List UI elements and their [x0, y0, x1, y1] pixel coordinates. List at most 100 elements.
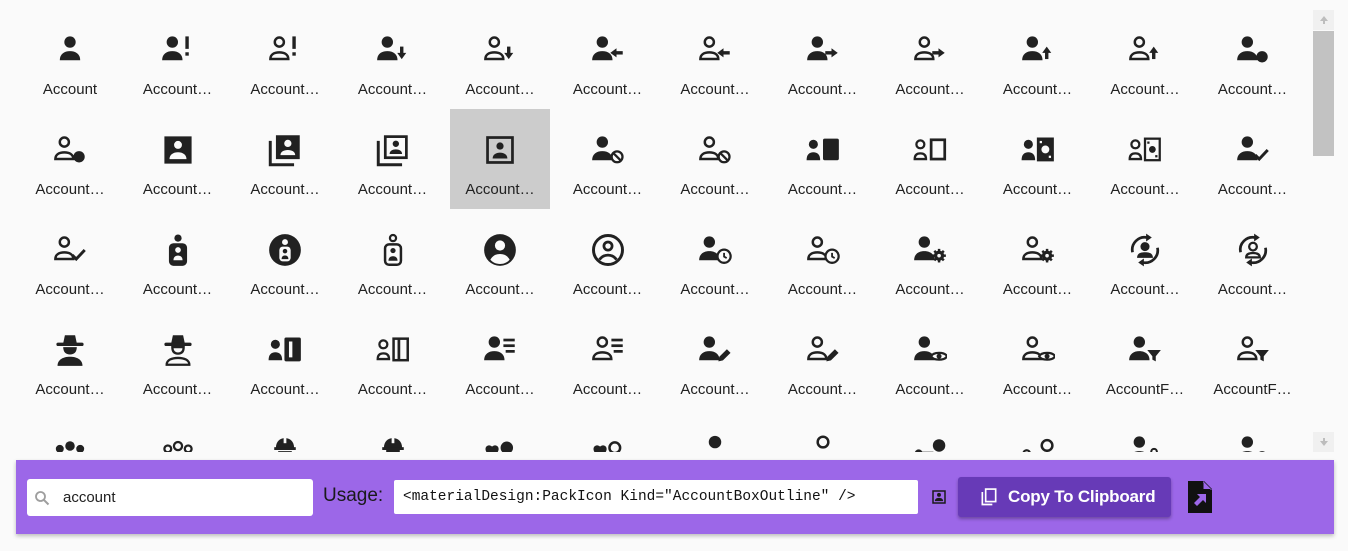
- icon-tile[interactable]: [665, 409, 765, 452]
- scroll-down-button[interactable]: [1313, 432, 1334, 452]
- icon-tile[interactable]: [235, 409, 335, 452]
- icon-tile[interactable]: Account…: [880, 209, 980, 309]
- account-convert-solid-icon: [1130, 233, 1160, 267]
- account-person-dot-solid-icon: [1236, 36, 1268, 63]
- icon-tile[interactable]: Account…: [1203, 109, 1303, 209]
- icon-tile-label: Account…: [1002, 381, 1073, 398]
- icon-tile[interactable]: [20, 409, 120, 452]
- icon-tile[interactable]: Account…: [128, 309, 228, 409]
- icon-tile[interactable]: Account…: [988, 9, 1088, 109]
- account-box-outline-icon: [486, 136, 514, 164]
- icon-tile-label: Account…: [680, 281, 750, 298]
- icon-tile[interactable]: Account…: [773, 309, 873, 409]
- icon-tile[interactable]: [1203, 409, 1303, 452]
- icon-tile[interactable]: Account…: [450, 9, 550, 109]
- icon-tile[interactable]: [343, 409, 443, 452]
- account-person-cog-solid-icon: [914, 236, 946, 263]
- icon-tile[interactable]: Account…: [450, 309, 550, 409]
- icon-tile[interactable]: Account…: [880, 109, 980, 209]
- icon-tile[interactable]: Account…: [1095, 209, 1195, 309]
- icon-tile[interactable]: Account: [20, 9, 120, 109]
- icon-tile[interactable]: Account…: [988, 309, 1088, 409]
- icon-tile[interactable]: Account…: [880, 9, 980, 109]
- icon-tile-label: Account…: [680, 381, 750, 398]
- usage-code-field[interactable]: <materialDesign:PackIcon Kind="AccountBo…: [394, 480, 918, 514]
- icon-tile[interactable]: Account…: [343, 109, 443, 209]
- icon-tile[interactable]: AccountF…: [1203, 309, 1303, 409]
- account-person-lines-outline-icon: [591, 336, 623, 361]
- icon-tile[interactable]: Account…: [880, 309, 980, 409]
- scroll-up-button[interactable]: [1313, 10, 1334, 30]
- icon-tile[interactable]: [450, 409, 550, 452]
- icon-tile[interactable]: Account…: [1095, 109, 1195, 209]
- icon-tile[interactable]: [128, 409, 228, 452]
- icon-tile[interactable]: Account…: [773, 209, 873, 309]
- icon-tile[interactable]: Account…: [988, 209, 1088, 309]
- account-person-dot-outline-icon: [54, 136, 85, 163]
- file-export-icon[interactable]: [1185, 480, 1215, 514]
- icon-tile-label: Account…: [895, 381, 965, 398]
- icon-tile[interactable]: Account…: [558, 209, 658, 309]
- icon-tile[interactable]: Account…: [128, 9, 228, 109]
- icon-tile[interactable]: [880, 409, 980, 452]
- icon-tile-label: Account…: [1002, 281, 1073, 298]
- account-person-check-outline-icon: [54, 236, 86, 262]
- scroll-thumb[interactable]: [1313, 31, 1334, 156]
- icon-tile[interactable]: [1095, 409, 1195, 452]
- magnify-icon: [35, 491, 50, 506]
- icon-grid: Account Account… Account… Account… Account… A…: [20, 9, 1310, 452]
- icon-tile[interactable]: [988, 409, 1088, 452]
- icon-tile[interactable]: Account…: [665, 109, 765, 209]
- account-box-multiple-outline-icon: [376, 135, 408, 167]
- icon-tile[interactable]: Account…: [235, 309, 335, 409]
- account-person-lock-solid-icon: [1133, 436, 1158, 452]
- account-circle-solid-icon: [484, 234, 516, 266]
- icon-tile[interactable]: Account…: [558, 9, 658, 109]
- icon-tile[interactable]: Account…: [343, 209, 443, 309]
- account-person-exclaim-outline-icon: [269, 36, 296, 61]
- icon-tile-label: Account…: [142, 181, 213, 198]
- account-person-filter-solid-icon: [1129, 336, 1161, 362]
- icon-tile[interactable]: Account…: [20, 209, 120, 309]
- icon-tile[interactable]: Account…: [665, 209, 765, 309]
- icon-tile[interactable]: [558, 409, 658, 452]
- icon-tile[interactable]: Account…: [343, 9, 443, 109]
- icon-tile-label: Account…: [250, 381, 320, 398]
- vertical-scrollbar[interactable]: [1313, 10, 1334, 452]
- account-person-clock-solid-icon: [699, 236, 732, 264]
- account-person-solid-icon: [59, 36, 81, 61]
- icon-tile[interactable]: Account…: [558, 309, 658, 409]
- icon-tile[interactable]: Account…: [128, 209, 228, 309]
- icon-tile[interactable]: Account…: [773, 9, 873, 109]
- account-person-arrow-left-outline-icon: [699, 36, 730, 61]
- bottom-toolbar: Usage: <materialDesign:PackIcon Kind="Ac…: [16, 460, 1334, 534]
- icon-tile[interactable]: Account…: [665, 309, 765, 409]
- icon-tile[interactable]: Account…: [450, 209, 550, 309]
- search-input[interactable]: [63, 479, 303, 516]
- icon-tile[interactable]: Account…: [235, 9, 335, 109]
- icon-tile[interactable]: Account…: [988, 109, 1088, 209]
- icon-tile[interactable]: Account…: [343, 309, 443, 409]
- icon-tile[interactable]: [773, 409, 873, 452]
- account-details-outline-icon: [376, 337, 409, 362]
- icon-tile[interactable]: Account…: [773, 109, 873, 209]
- icon-tile[interactable]: Account…: [665, 9, 765, 109]
- icon-tile[interactable]: Account…: [20, 109, 120, 209]
- icon-grid-viewport: Account Account… Account… Account… Account… A…: [0, 0, 1310, 452]
- icon-tile-label: Account…: [1002, 81, 1073, 98]
- content-copy-icon: [981, 488, 997, 506]
- account-person-arrow-up-solid-icon: [1021, 36, 1051, 61]
- icon-tile[interactable]: Account…: [450, 109, 550, 209]
- icon-tile[interactable]: Account…: [235, 209, 335, 309]
- icon-tile-label: Account…: [35, 381, 105, 398]
- icon-tile[interactable]: Account…: [1203, 209, 1303, 309]
- icon-tile[interactable]: Account…: [20, 309, 120, 409]
- icon-tile[interactable]: Account…: [1095, 9, 1195, 109]
- icon-tile[interactable]: AccountF…: [1095, 309, 1195, 409]
- icon-tile[interactable]: Account…: [128, 109, 228, 209]
- copy-to-clipboard-button[interactable]: Copy To Clipboard: [958, 477, 1171, 517]
- icon-tile[interactable]: Account…: [1203, 9, 1303, 109]
- icon-tile[interactable]: Account…: [558, 109, 658, 209]
- icon-tile[interactable]: Account…: [235, 109, 335, 209]
- icon-tile-label: Account…: [35, 281, 105, 298]
